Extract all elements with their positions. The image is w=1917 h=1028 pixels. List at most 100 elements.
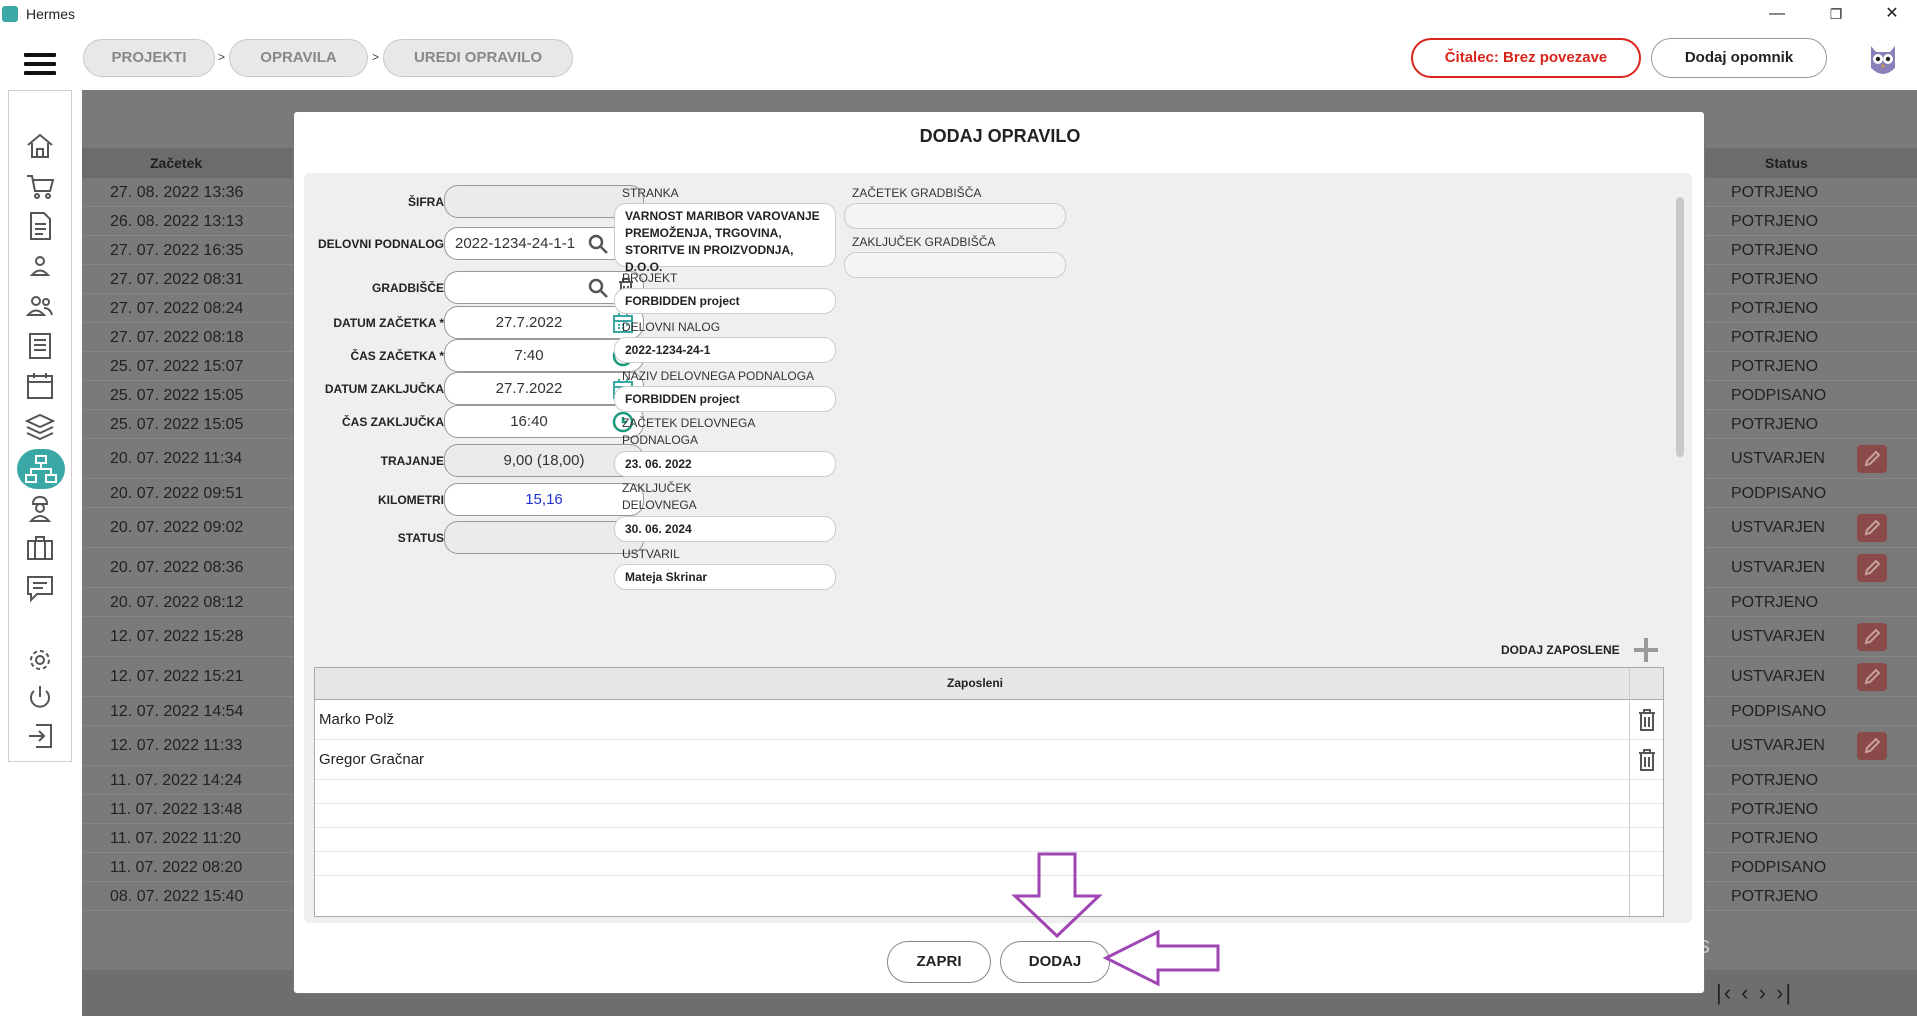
row-start-date: 26. 08. 2022 13:13 bbox=[110, 213, 244, 230]
logout-icon[interactable] bbox=[23, 719, 57, 753]
empty-row bbox=[315, 828, 1663, 852]
layers-icon[interactable] bbox=[23, 409, 57, 443]
row-start-date: 11. 07. 2022 13:48 bbox=[110, 801, 243, 818]
chat-icon[interactable] bbox=[23, 571, 57, 605]
restore-button[interactable]: ❐ bbox=[1816, 2, 1856, 26]
add-employee-plus-icon[interactable] bbox=[1631, 635, 1661, 665]
add-task-dialog: DODAJ OPRAVILO ŠIFRA DELOVNI PODNALOG 20… bbox=[293, 111, 1705, 994]
label-delovni-podnalog: DELOVNI PODNALOG bbox=[317, 237, 444, 251]
hierarchy-icon[interactable] bbox=[17, 449, 65, 489]
row-status: POTRJENO bbox=[1731, 888, 1819, 905]
datum-zakljucka-value: 27.7.2022 bbox=[495, 380, 563, 397]
users-icon[interactable] bbox=[23, 289, 57, 323]
edit-pencil-icon[interactable] bbox=[1857, 663, 1887, 691]
employees-column-header: Zaposleni bbox=[946, 676, 1003, 690]
add-reminder-button[interactable]: Dodaj opomnik bbox=[1651, 38, 1827, 78]
calendar-icon[interactable] bbox=[23, 369, 57, 403]
pager-controls: |‹ ‹ › ›| bbox=[1716, 980, 1794, 1005]
row-status: POTRJENO bbox=[1731, 300, 1819, 317]
label-projekt: PROJEKT bbox=[622, 271, 678, 285]
trash-icon[interactable] bbox=[1635, 707, 1659, 733]
breadcrumb-projekti[interactable]: PROJEKTI bbox=[83, 39, 215, 77]
scrollbar-thumb[interactable] bbox=[1676, 197, 1684, 457]
edit-pencil-icon[interactable] bbox=[1857, 554, 1887, 582]
list-icon[interactable] bbox=[23, 329, 57, 363]
label-datum-zakljucka: DATUM ZAKLJUČKA bbox=[324, 382, 444, 396]
breadcrumb-uredi-opravilo[interactable]: UREDI OPRAVILO bbox=[383, 39, 573, 77]
delovni-nalog-value: 2022-1234-24-1 bbox=[614, 337, 836, 363]
label-cas-zacetka: ČAS ZAČETKA * bbox=[350, 349, 444, 363]
stranka-value: VARNOST MARIBOR VAROVANJE PREMOŽENJA, TR… bbox=[614, 203, 836, 274]
row-status: POTRJENO bbox=[1731, 329, 1819, 346]
row-start-date: 27. 07. 2022 16:35 bbox=[110, 242, 244, 259]
projekt-value: FORBIDDEN project bbox=[614, 288, 836, 314]
edit-pencil-icon[interactable] bbox=[1857, 514, 1887, 542]
row-start-date: 08. 07. 2022 15:40 bbox=[110, 888, 244, 905]
app-logo-icon bbox=[2, 6, 18, 22]
hamburger-menu-icon[interactable] bbox=[24, 53, 56, 75]
label-zacetek-gradbisca: ZAČETEK GRADBIŠČA bbox=[852, 186, 982, 200]
minimize-button[interactable]: — bbox=[1757, 2, 1797, 26]
edit-pencil-icon[interactable] bbox=[1857, 623, 1887, 651]
reader-status-button[interactable]: Čitalec: Brez povezave bbox=[1411, 38, 1641, 78]
gear-icon[interactable] bbox=[23, 643, 57, 677]
kilometri-input[interactable]: 15,16 bbox=[444, 483, 644, 516]
power-icon[interactable] bbox=[23, 681, 57, 715]
zacetek-gradbisca-value bbox=[844, 203, 1066, 229]
cart-icon[interactable] bbox=[23, 169, 57, 203]
employee-name: Marko Polž bbox=[319, 711, 395, 728]
column-header-start: Začetek bbox=[150, 155, 203, 171]
row-start-date: 27. 07. 2022 08:24 bbox=[110, 300, 244, 317]
trash-icon[interactable] bbox=[1635, 747, 1659, 773]
label-status: STATUS bbox=[397, 531, 444, 545]
close-button[interactable]: ZAPRI bbox=[887, 941, 991, 983]
add-button[interactable]: DODAJ bbox=[1000, 941, 1110, 983]
row-start-date: 11. 07. 2022 14:24 bbox=[110, 772, 243, 789]
label-sifra: ŠIFRA bbox=[408, 195, 444, 209]
edit-pencil-icon[interactable] bbox=[1857, 445, 1887, 473]
datum-zacetka-field[interactable]: 27.7.2022 bbox=[444, 306, 644, 339]
label-delovni-nalog: DELOVNI NALOG bbox=[622, 320, 721, 334]
row-status: POTRJENO bbox=[1731, 213, 1819, 230]
search-icon[interactable] bbox=[586, 232, 610, 256]
empty-row bbox=[315, 852, 1663, 876]
dialog-title: DODAJ OPRAVILO bbox=[919, 126, 1081, 146]
row-start-date: 12. 07. 2022 14:54 bbox=[110, 703, 244, 720]
edit-pencil-icon[interactable] bbox=[1857, 732, 1887, 760]
document-icon[interactable] bbox=[23, 209, 57, 243]
zakljucek-podnaloga-value: 30. 06. 2024 bbox=[614, 516, 836, 542]
ustvaril-value: Mateja Skrinar bbox=[614, 564, 836, 590]
row-status: POTRJENO bbox=[1731, 830, 1819, 847]
row-status: USTVARJEN bbox=[1731, 668, 1825, 685]
form-panel: ŠIFRA DELOVNI PODNALOG 2022-1234-24-1-1 … bbox=[304, 173, 1692, 923]
row-status: POTRJENO bbox=[1731, 242, 1819, 259]
cas-zakljucka-field[interactable]: 16:40 bbox=[444, 405, 644, 438]
owl-avatar-icon[interactable] bbox=[1865, 38, 1901, 78]
search-icon[interactable] bbox=[586, 276, 610, 300]
worker-icon[interactable] bbox=[23, 491, 57, 525]
breadcrumb-opravila[interactable]: OPRAVILA bbox=[229, 39, 368, 77]
row-start-date: 20. 07. 2022 09:02 bbox=[110, 519, 244, 536]
home-icon[interactable] bbox=[23, 129, 57, 163]
employees-table-header: Zaposleni bbox=[315, 668, 1663, 700]
close-window-button[interactable]: ✕ bbox=[1872, 2, 1912, 26]
row-start-date: 25. 07. 2022 15:07 bbox=[110, 358, 244, 375]
row-status: USTVARJEN bbox=[1731, 628, 1825, 645]
row-status: POTRJENO bbox=[1731, 801, 1819, 818]
column-header-status: Status bbox=[1765, 155, 1808, 171]
datum-zacetka-value: 27.7.2022 bbox=[495, 314, 563, 331]
user-icon[interactable] bbox=[23, 249, 57, 283]
row-status: POTRJENO bbox=[1731, 271, 1819, 288]
row-status: POTRJENO bbox=[1731, 184, 1819, 201]
row-status: USTVARJEN bbox=[1731, 519, 1825, 536]
row-status: PODPISANO bbox=[1731, 703, 1827, 720]
briefcase-icon[interactable] bbox=[23, 531, 57, 565]
label-ustvaril: USTVARIL bbox=[622, 547, 680, 561]
sidebar bbox=[8, 90, 72, 762]
row-start-date: 27. 07. 2022 08:31 bbox=[110, 271, 244, 288]
employee-row: Gregor Gračnar bbox=[315, 740, 1663, 780]
naziv-podnaloga-value: FORBIDDEN project bbox=[614, 386, 836, 412]
employee-row: Marko Polž bbox=[315, 700, 1663, 740]
label-datum-zacetka: DATUM ZAČETKA * bbox=[333, 316, 444, 330]
form-scrollbar[interactable] bbox=[1674, 183, 1686, 911]
